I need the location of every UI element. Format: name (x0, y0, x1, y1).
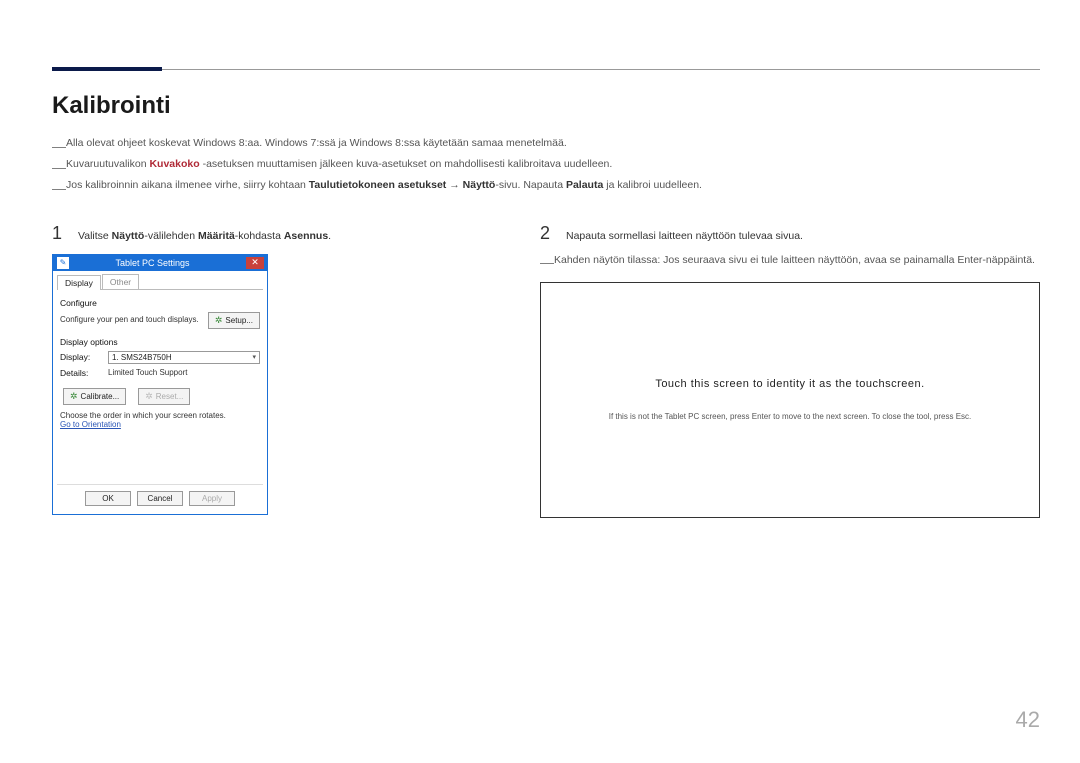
intro-3f: ja kalibroi uudelleen. (603, 179, 702, 191)
display-select[interactable]: 1. SMS24B750H ▾ (108, 351, 260, 364)
dash-icon: ― (52, 176, 66, 201)
s1c: -välilehden (144, 230, 198, 242)
step-2-number: 2 (540, 223, 554, 244)
apply-button[interactable]: Apply (189, 491, 235, 506)
touch-sub-text: If this is not the Tablet PC screen, pre… (609, 412, 972, 421)
step-2-subnote: ― Kahden näytön tilassa: Jos seuraava si… (540, 254, 1040, 270)
intro-3d: -sivu. Napauta (495, 179, 566, 191)
step-2-sub-text: Kahden näytön tilassa: Jos seuraava sivu… (554, 254, 1035, 270)
reset-button[interactable]: ✲Reset... (138, 388, 190, 405)
intro-3c: Näyttö (463, 179, 496, 191)
dialog-titlebar[interactable]: ✎ Tablet PC Settings ✕ (53, 255, 267, 271)
reset-label: Reset... (156, 392, 184, 401)
ok-button[interactable]: OK (85, 491, 131, 506)
dash-icon: ― (540, 254, 554, 270)
arrow-icon: → (446, 179, 462, 191)
intro-3e: Palauta (566, 179, 603, 191)
gear-icon: ✲ (145, 391, 153, 402)
configure-desc: Configure your pen and touch displays. (60, 315, 202, 325)
intro-line-2-post: -asetuksen muuttamisen jälkeen kuva-aset… (200, 158, 613, 170)
s1e: -kohdasta (235, 230, 284, 242)
setup-button[interactable]: ✲Setup... (208, 312, 260, 329)
header-accent (52, 67, 162, 71)
s1g: . (328, 230, 331, 242)
s1f: Asennus (284, 230, 328, 242)
page-number: 42 (1016, 707, 1040, 733)
display-field-label: Display: (60, 352, 102, 362)
rotate-note: Choose the order in which your screen ro… (60, 411, 260, 420)
configure-label: Configure (60, 298, 260, 308)
tab-display[interactable]: Display (57, 275, 101, 290)
details-value: Limited Touch Support (108, 368, 187, 377)
display-options-label: Display options (60, 337, 260, 347)
calibrate-label: Calibrate... (81, 392, 120, 401)
intro-3b: Taulutietokoneen asetukset (309, 179, 447, 191)
tablet-pc-settings-dialog: ✎ Tablet PC Settings ✕ Display Other Con… (52, 254, 268, 515)
chevron-down-icon: ▾ (252, 353, 256, 361)
orientation-link[interactable]: Go to Orientation (60, 420, 260, 429)
intro-line-1: Alla olevat ohjeet koskevat Windows 8:aa… (66, 137, 567, 149)
touch-main-text: Touch this screen to identity it as the … (655, 378, 924, 390)
intro-block: ― Alla olevat ohjeet koskevat Windows 8:… (52, 134, 1040, 195)
intro-accent-kuvakoko: Kuvakoko (149, 158, 199, 170)
display-select-value: 1. SMS24B750H (112, 353, 172, 362)
step-1-number: 1 (52, 223, 66, 244)
header-rule (52, 40, 1040, 70)
s1d: Määritä (198, 230, 235, 242)
page-title: Kalibrointi (52, 92, 1040, 120)
step-2-text: Napauta sormellasi laitteen näyttöön tul… (566, 230, 803, 242)
close-icon[interactable]: ✕ (246, 257, 264, 269)
setup-label: Setup... (225, 316, 253, 325)
touchscreen-identify-box: Touch this screen to identity it as the … (540, 282, 1040, 518)
calibrate-button[interactable]: ✲Calibrate... (63, 388, 126, 405)
tab-other[interactable]: Other (102, 274, 139, 289)
gear-icon: ✲ (70, 391, 78, 402)
gear-icon: ✲ (215, 315, 223, 326)
dialog-app-icon: ✎ (57, 257, 69, 269)
intro-3a: Jos kalibroinnin aikana ilmenee virhe, s… (66, 179, 309, 191)
dialog-title: Tablet PC Settings (73, 258, 242, 268)
s1a: Valitse (78, 230, 112, 242)
step-1-heading: 1 Valitse Näyttö-välilehden Määritä-kohd… (52, 223, 512, 244)
intro-line-2-pre: Kuvaruutuvalikon (66, 158, 149, 170)
details-field-label: Details: (60, 368, 102, 378)
step-2-heading: 2 Napauta sormellasi laitteen näyttöön t… (540, 223, 1040, 244)
s1b: Näyttö (112, 230, 145, 242)
cancel-button[interactable]: Cancel (137, 491, 183, 506)
